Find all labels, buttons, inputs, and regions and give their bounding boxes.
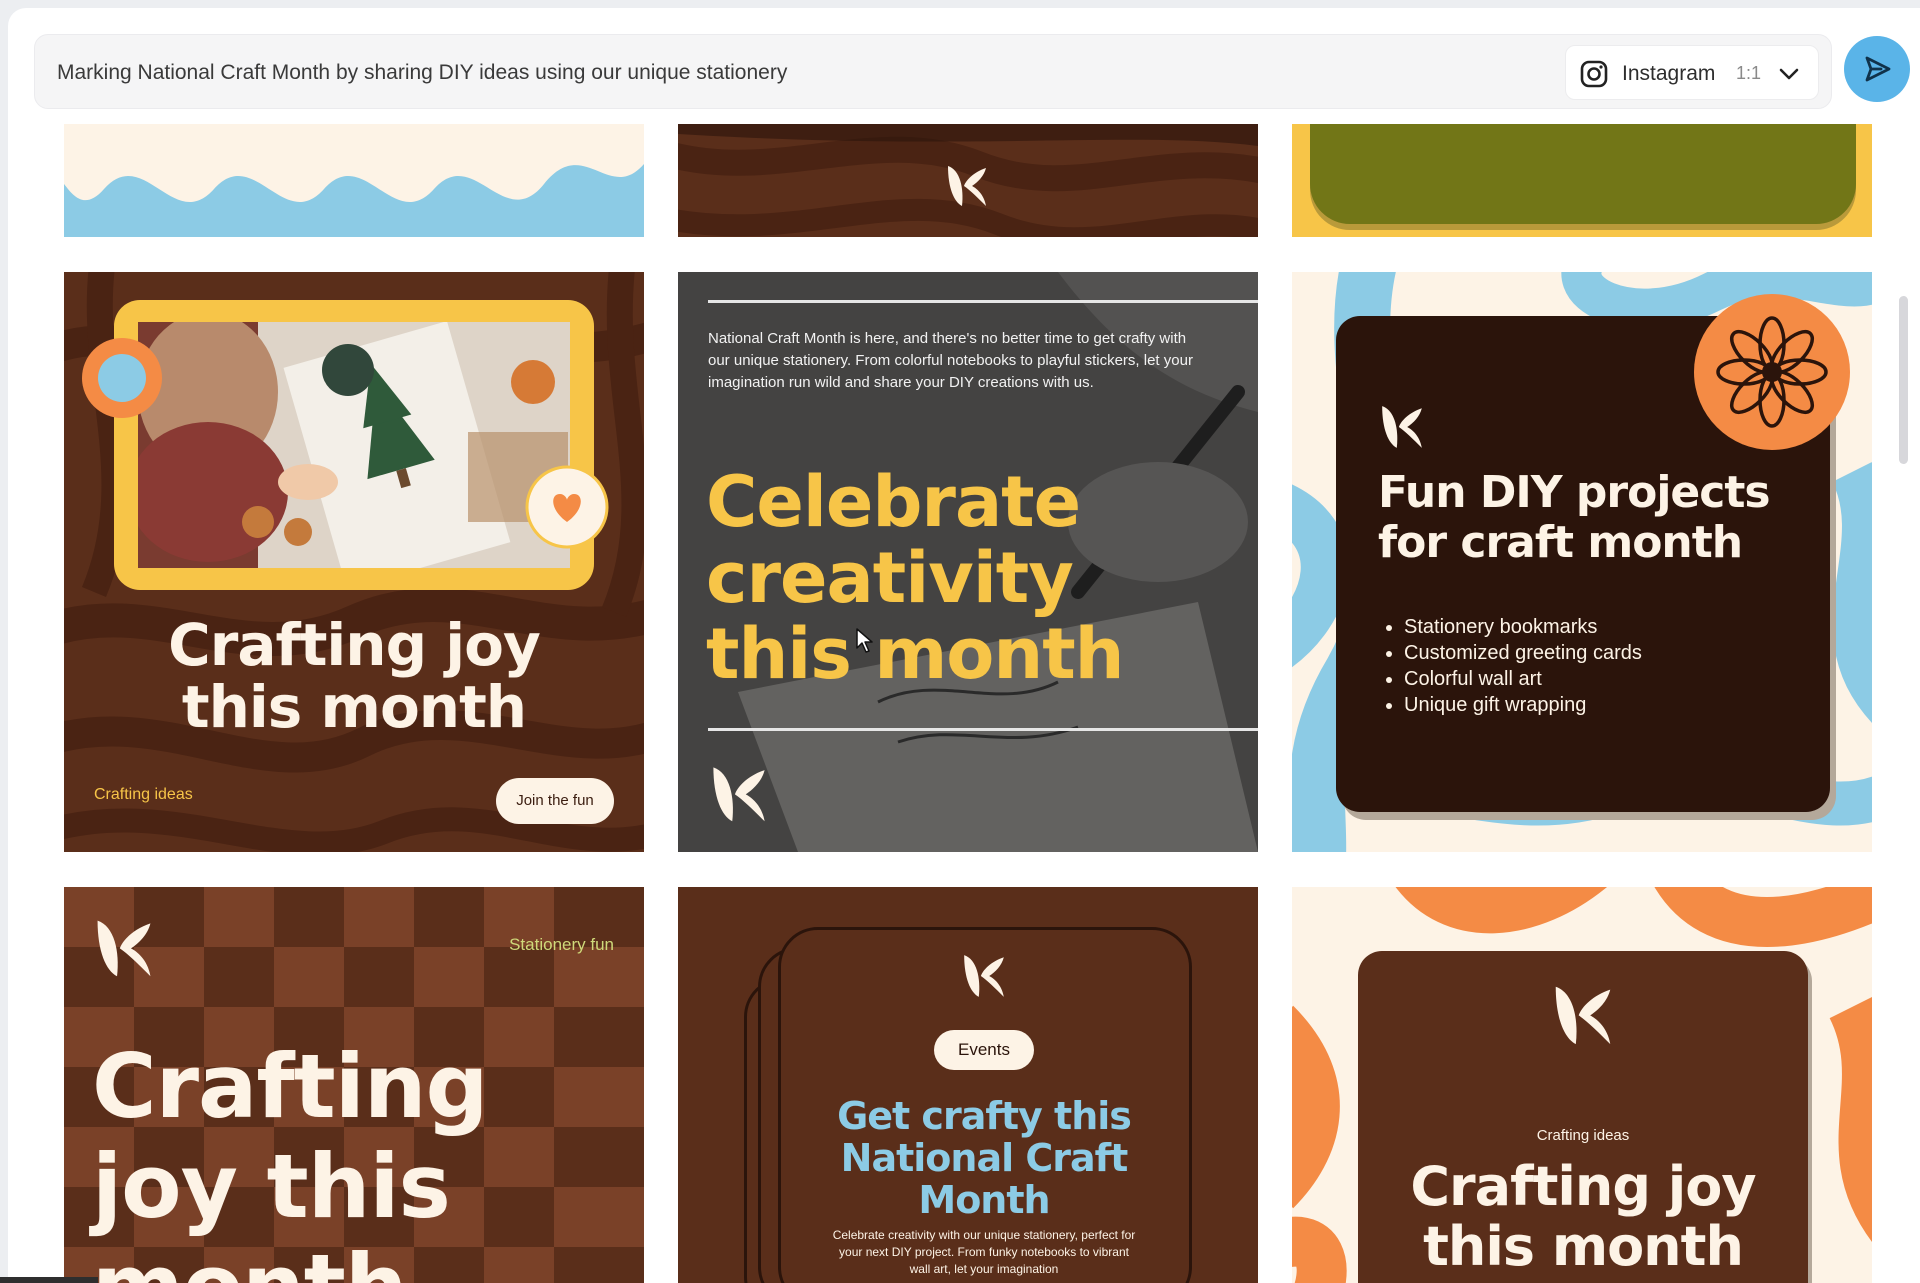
brand-logo-icon [1555, 986, 1611, 1045]
design-grid: Crafting joy this month Crafting ideas J… [0, 0, 1900, 1283]
brand-logo-icon [964, 955, 1004, 997]
bottom-rule [708, 728, 1258, 731]
design-card-3[interactable] [1292, 124, 1872, 237]
wave-pattern [64, 124, 644, 202]
design-card-1[interactable] [64, 124, 644, 237]
card-body-text: National Craft Month is here, and there'… [708, 330, 1193, 391]
card-label: Crafting ideas [1536, 1127, 1630, 1144]
card-headline: Get crafty this National Craft Month [837, 1094, 1132, 1222]
card-body-text: Celebrate creativity with our unique sta… [832, 1228, 1136, 1276]
list-item: Customized greeting cards [1404, 640, 1642, 666]
list-item: Colorful wall art [1404, 666, 1642, 692]
join-button[interactable]: Join the fun [496, 778, 614, 824]
design-card-7[interactable]: Stationery fun Crafting joy this month [64, 887, 644, 1283]
brand-logo-icon [948, 166, 986, 206]
list-item: Unique gift wrapping [1404, 692, 1642, 718]
list-item: Stationery bookmarks [1404, 614, 1642, 640]
card-headline: Crafting joy this month [92, 1035, 489, 1283]
design-card-6[interactable]: Fun DIY projects for craft month Station… [1292, 272, 1872, 852]
crafting-photo [138, 322, 570, 568]
events-pill: Events [934, 1030, 1034, 1070]
card-headline: Crafting joy this month [1410, 1155, 1756, 1278]
olive-panel [1310, 124, 1856, 224]
design-card-9[interactable]: Crafting ideas Crafting joy this month [1292, 887, 1872, 1283]
card-headline: Fun DIY projects for craft month [1378, 467, 1771, 568]
design-card-4[interactable]: Crafting joy this month Crafting ideas J… [64, 272, 644, 852]
design-card-5[interactable]: National Craft Month is here, and there'… [678, 272, 1258, 852]
flower-icon [1694, 294, 1850, 450]
scrollbar-thumb[interactable] [1899, 296, 1908, 464]
card-headline: Crafting joy this month [168, 611, 541, 741]
design-card-2[interactable] [678, 124, 1258, 237]
project-list: Stationery bookmarks Customized greeting… [1404, 614, 1642, 718]
taskbar-strip [0, 1277, 98, 1283]
card-footer-label: Crafting ideas [94, 786, 193, 803]
brand-logo-icon [1382, 406, 1422, 448]
heart-sticker-icon [525, 465, 609, 549]
brand-logo-icon [713, 767, 765, 822]
sticker-inner [98, 354, 146, 402]
top-rule [708, 300, 1258, 303]
card-headline: Celebrate creativity this month [706, 461, 1125, 695]
design-card-8[interactable]: Events Get crafty this National Craft Mo… [678, 887, 1258, 1283]
brand-logo-icon [97, 920, 151, 977]
mouse-cursor-icon [856, 628, 873, 653]
card-label: Stationery fun [509, 935, 614, 954]
